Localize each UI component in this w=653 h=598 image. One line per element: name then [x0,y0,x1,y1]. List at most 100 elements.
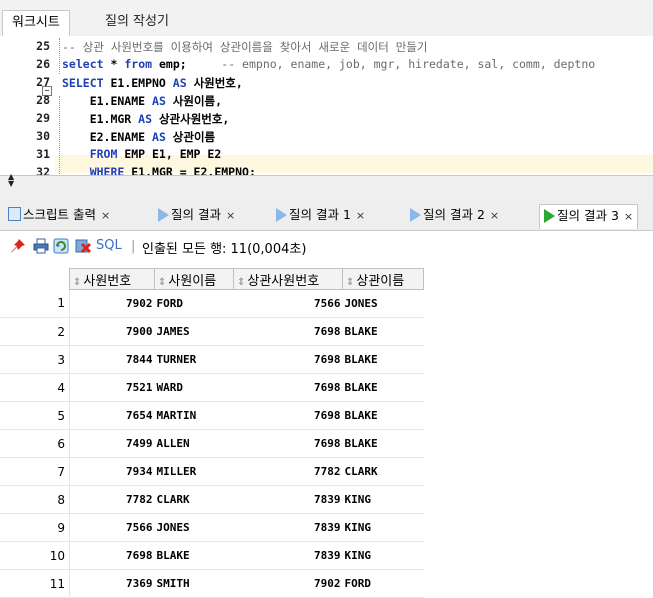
cell-ename[interactable]: JAMES [154,317,234,346]
cell-empno[interactable]: 7654 [69,401,155,430]
pane-splitter[interactable]: ▲ ▼ [0,173,653,200]
close-icon[interactable]: × [356,209,365,222]
sql-keyword: from [117,57,159,71]
cell-empno[interactable]: 7844 [69,345,155,374]
cell-mgr-name[interactable]: BLAKE [342,317,424,346]
tab-query-result[interactable]: 질의 결과 × [158,204,235,228]
cell-empno[interactable]: 7934 [69,457,155,486]
cell-mgr[interactable]: 7698 [233,429,343,458]
tab-worksheet[interactable]: 워크시트 [2,10,70,36]
sql-token: E2.ENAME [62,130,153,144]
sort-icon[interactable]: ⇕ [346,277,354,288]
cell-mgr[interactable]: 7839 [233,485,343,514]
code-line[interactable]: select * from emp; -- empno, ename, job,… [62,57,595,71]
cell-mgr[interactable]: 7839 [233,513,343,542]
cell-ename[interactable]: FORD [154,289,234,318]
table-row[interactable]: 8 7782 CLARK 7839 KING [0,485,424,514]
table-row[interactable]: 4 7521 WARD 7698 BLAKE [0,373,424,402]
close-icon[interactable]: × [624,210,633,223]
cancel-query-icon[interactable] [75,238,91,254]
play-icon [276,208,287,222]
print-icon[interactable] [33,238,49,254]
tab-query-builder[interactable]: 질의 작성기 [96,10,178,36]
table-row[interactable]: 9 7566 JONES 7839 KING [0,513,424,542]
sql-editor[interactable]: − 25 -- 상관 사원번호를 이용하여 상관이름을 찾아서 새로운 데이터 만… [0,36,653,179]
code-line[interactable]: FROM EMP E1, EMP E2 [62,147,222,161]
tab-query-result-2[interactable]: 질의 결과 2 × [410,204,499,228]
cell-ename[interactable]: CLARK [154,485,234,514]
code-line[interactable]: -- 상관 사원번호를 이용하여 상관이름을 찾아서 새로운 데이터 만들기 [62,39,427,55]
table-row[interactable]: 11 7369 SMITH 7902 FORD [0,569,424,598]
close-icon[interactable]: × [226,209,235,222]
tab-script-output[interactable]: 스크립트 출력 × [8,204,110,228]
cell-ename[interactable]: JONES [154,513,234,542]
cell-mgr-name[interactable]: BLAKE [342,429,424,458]
tab-query-result-1[interactable]: 질의 결과 1 × [276,204,365,228]
row-number: 7 [0,457,70,486]
splitter-arrows-icon[interactable]: ▲ ▼ [8,173,14,188]
cell-empno[interactable]: 7782 [69,485,155,514]
cell-ename[interactable]: TURNER [154,345,234,374]
close-icon[interactable]: × [101,209,110,222]
cell-empno[interactable]: 7902 [69,289,155,318]
code-line[interactable]: E2.ENAME AS 상관이름 [62,129,215,145]
tab-label: 질의 결과 3 [557,208,619,223]
refresh-icon[interactable] [53,238,69,254]
line-number: 30 [36,129,50,143]
cell-ename[interactable]: WARD [154,373,234,402]
cell-mgr[interactable]: 7566 [233,289,343,318]
cell-mgr[interactable]: 7782 [233,457,343,486]
cell-ename[interactable]: BLAKE [154,541,234,570]
cell-mgr-name[interactable]: KING [342,485,424,514]
cell-mgr-name[interactable]: KING [342,513,424,542]
cell-empno[interactable]: 7698 [69,541,155,570]
column-header-empno[interactable]: ⇕ 사원번호 [69,268,155,290]
cell-ename[interactable]: MILLER [154,457,234,486]
cell-mgr-name[interactable]: BLAKE [342,345,424,374]
result-grid[interactable]: ⇕ 사원번호 ⇕ 사원이름 ⇕ 상관사원번호 ⇕ 상관이름 1 7902 FORD 7566 J… [0,268,424,598]
column-header-ename[interactable]: ⇕ 사원이름 [154,268,234,290]
close-icon[interactable]: × [490,209,499,222]
table-row[interactable]: 1 7902 FORD 7566 JONES [0,289,424,318]
cell-mgr[interactable]: 7698 [233,345,343,374]
cell-mgr-name[interactable]: JONES [342,289,424,318]
tab-query-result-3[interactable]: 질의 결과 3 × [539,204,639,229]
cell-mgr-name[interactable]: KING [342,541,424,570]
cell-empno[interactable]: 7499 [69,429,155,458]
table-row[interactable]: 7 7934 MILLER 7782 CLARK [0,457,424,486]
sort-icon[interactable]: ⇕ [158,277,166,288]
sort-icon[interactable]: ⇕ [237,277,245,288]
cell-empno[interactable]: 7369 [69,569,155,598]
sql-button[interactable]: SQL [96,238,122,253]
cell-mgr[interactable]: 7698 [233,317,343,346]
table-row[interactable]: 10 7698 BLAKE 7839 KING [0,541,424,570]
table-row[interactable]: 3 7844 TURNER 7698 BLAKE [0,345,424,374]
cell-empno[interactable]: 7521 [69,373,155,402]
cell-mgr[interactable]: 7839 [233,541,343,570]
cell-mgr[interactable]: 7698 [233,373,343,402]
code-line[interactable]: E1.ENAME AS 사원이름, [62,93,222,109]
code-line[interactable]: SELECT E1.EMPNO AS 사원번호, [62,75,243,91]
cell-ename[interactable]: MARTIN [154,401,234,430]
column-header-label: 사원번호 [83,273,132,289]
sql-keyword: AS [152,94,173,108]
cell-empno[interactable]: 7900 [69,317,155,346]
cell-mgr-name[interactable]: BLAKE [342,373,424,402]
cell-empno[interactable]: 7566 [69,513,155,542]
code-line[interactable]: E1.MGR AS 상관사원번호, [62,111,230,127]
column-header-mgr[interactable]: ⇕ 상관사원번호 [233,268,343,290]
cell-mgr[interactable]: 7698 [233,401,343,430]
table-row[interactable]: 2 7900 JAMES 7698 BLAKE [0,317,424,346]
pin-icon[interactable] [10,238,26,254]
cell-mgr-name[interactable]: FORD [342,569,424,598]
cell-mgr-name[interactable]: BLAKE [342,401,424,430]
cell-mgr[interactable]: 7902 [233,569,343,598]
table-row[interactable]: 5 7654 MARTIN 7698 BLAKE [0,401,424,430]
cell-ename[interactable]: ALLEN [154,429,234,458]
sort-icon[interactable]: ⇕ [73,277,81,288]
cell-mgr-name[interactable]: CLARK [342,457,424,486]
script-output-icon [8,207,21,221]
cell-ename[interactable]: SMITH [154,569,234,598]
table-row[interactable]: 6 7499 ALLEN 7698 BLAKE [0,429,424,458]
column-header-mgr-name[interactable]: ⇕ 상관이름 [342,268,424,290]
